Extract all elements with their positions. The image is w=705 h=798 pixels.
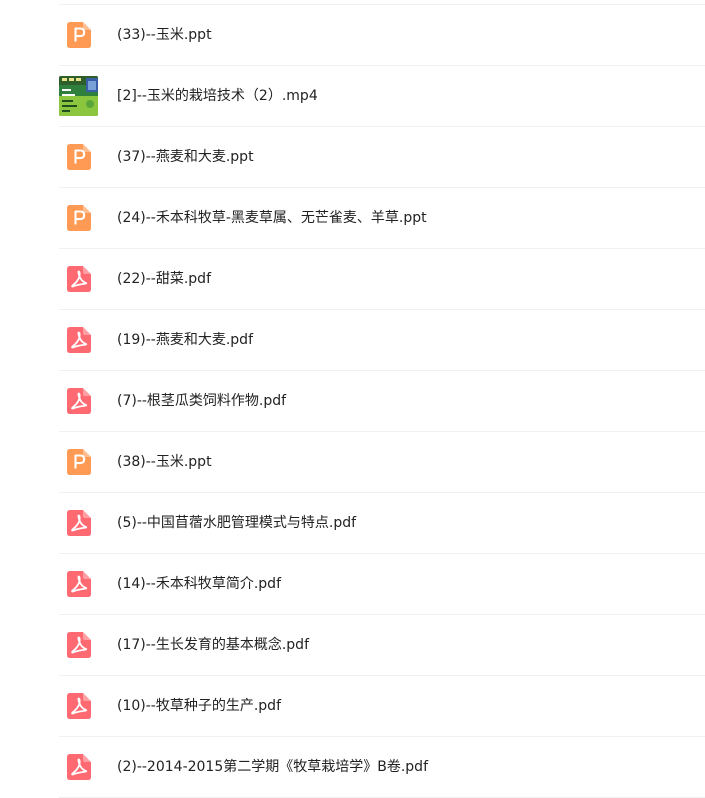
- pdf-icon: [67, 632, 91, 658]
- file-row[interactable]: (2)--2014-2015第二学期《牧草栽培学》B卷.pdf: [59, 737, 705, 798]
- file-name[interactable]: (37)--燕麦和大麦.ppt: [117, 127, 254, 187]
- file-row[interactable]: (10)--牧草种子的生产.pdf: [59, 676, 705, 737]
- ppt-icon: [67, 205, 91, 231]
- file-row[interactable]: (22)--甜菜.pdf: [59, 249, 705, 310]
- ppt-icon: [67, 449, 91, 475]
- pdf-icon: [67, 571, 91, 597]
- file-name[interactable]: (7)--根茎瓜类饲料作物.pdf: [117, 371, 286, 431]
- file-row[interactable]: (19)--燕麦和大麦.pdf: [59, 310, 705, 371]
- file-name[interactable]: (33)--玉米.ppt: [117, 5, 212, 65]
- file-name[interactable]: (5)--中国苜蓿水肥管理模式与特点.pdf: [117, 493, 356, 553]
- file-name[interactable]: [2]--玉米的栽培技术（2）.mp4: [117, 66, 318, 126]
- pdf-icon: [67, 693, 91, 719]
- file-row[interactable]: (17)--生长发育的基本概念.pdf: [59, 615, 705, 676]
- file-row[interactable]: (33)--玉米.ppt: [59, 5, 705, 66]
- file-row[interactable]: [2]--玉米的栽培技术（2）.mp4: [59, 66, 705, 127]
- file-name[interactable]: (19)--燕麦和大麦.pdf: [117, 310, 253, 370]
- file-row[interactable]: (37)--燕麦和大麦.ppt: [59, 127, 705, 188]
- ppt-icon: [67, 144, 91, 170]
- file-row[interactable]: (5)--中国苜蓿水肥管理模式与特点.pdf: [59, 493, 705, 554]
- pdf-icon: [67, 510, 91, 536]
- file-name[interactable]: (24)--禾本科牧草-黑麦草属、无芒雀麦、羊草.ppt: [117, 188, 427, 248]
- file-row[interactable]: (7)--根茎瓜类饲料作物.pdf: [59, 371, 705, 432]
- pdf-icon: [67, 327, 91, 353]
- file-name[interactable]: (38)--玉米.ppt: [117, 432, 212, 492]
- file-row[interactable]: (38)--玉米.ppt: [59, 432, 705, 493]
- pdf-icon: [67, 388, 91, 414]
- file-name[interactable]: (2)--2014-2015第二学期《牧草栽培学》B卷.pdf: [117, 737, 428, 797]
- file-name[interactable]: (10)--牧草种子的生产.pdf: [117, 676, 281, 736]
- video-thumbnail: [59, 76, 98, 116]
- file-name[interactable]: (22)--甜菜.pdf: [117, 249, 211, 309]
- file-list: (33)--玉米.ppt [2]--玉米的栽培技术（2）.mp4 (37)--燕麦和…: [59, 4, 705, 798]
- pdf-icon: [67, 266, 91, 292]
- pdf-icon: [67, 754, 91, 780]
- file-name[interactable]: (14)--禾本科牧草简介.pdf: [117, 554, 281, 614]
- ppt-icon: [67, 22, 91, 48]
- file-name[interactable]: (17)--生长发育的基本概念.pdf: [117, 615, 309, 675]
- file-row[interactable]: (14)--禾本科牧草简介.pdf: [59, 554, 705, 615]
- file-row[interactable]: (24)--禾本科牧草-黑麦草属、无芒雀麦、羊草.ppt: [59, 188, 705, 249]
